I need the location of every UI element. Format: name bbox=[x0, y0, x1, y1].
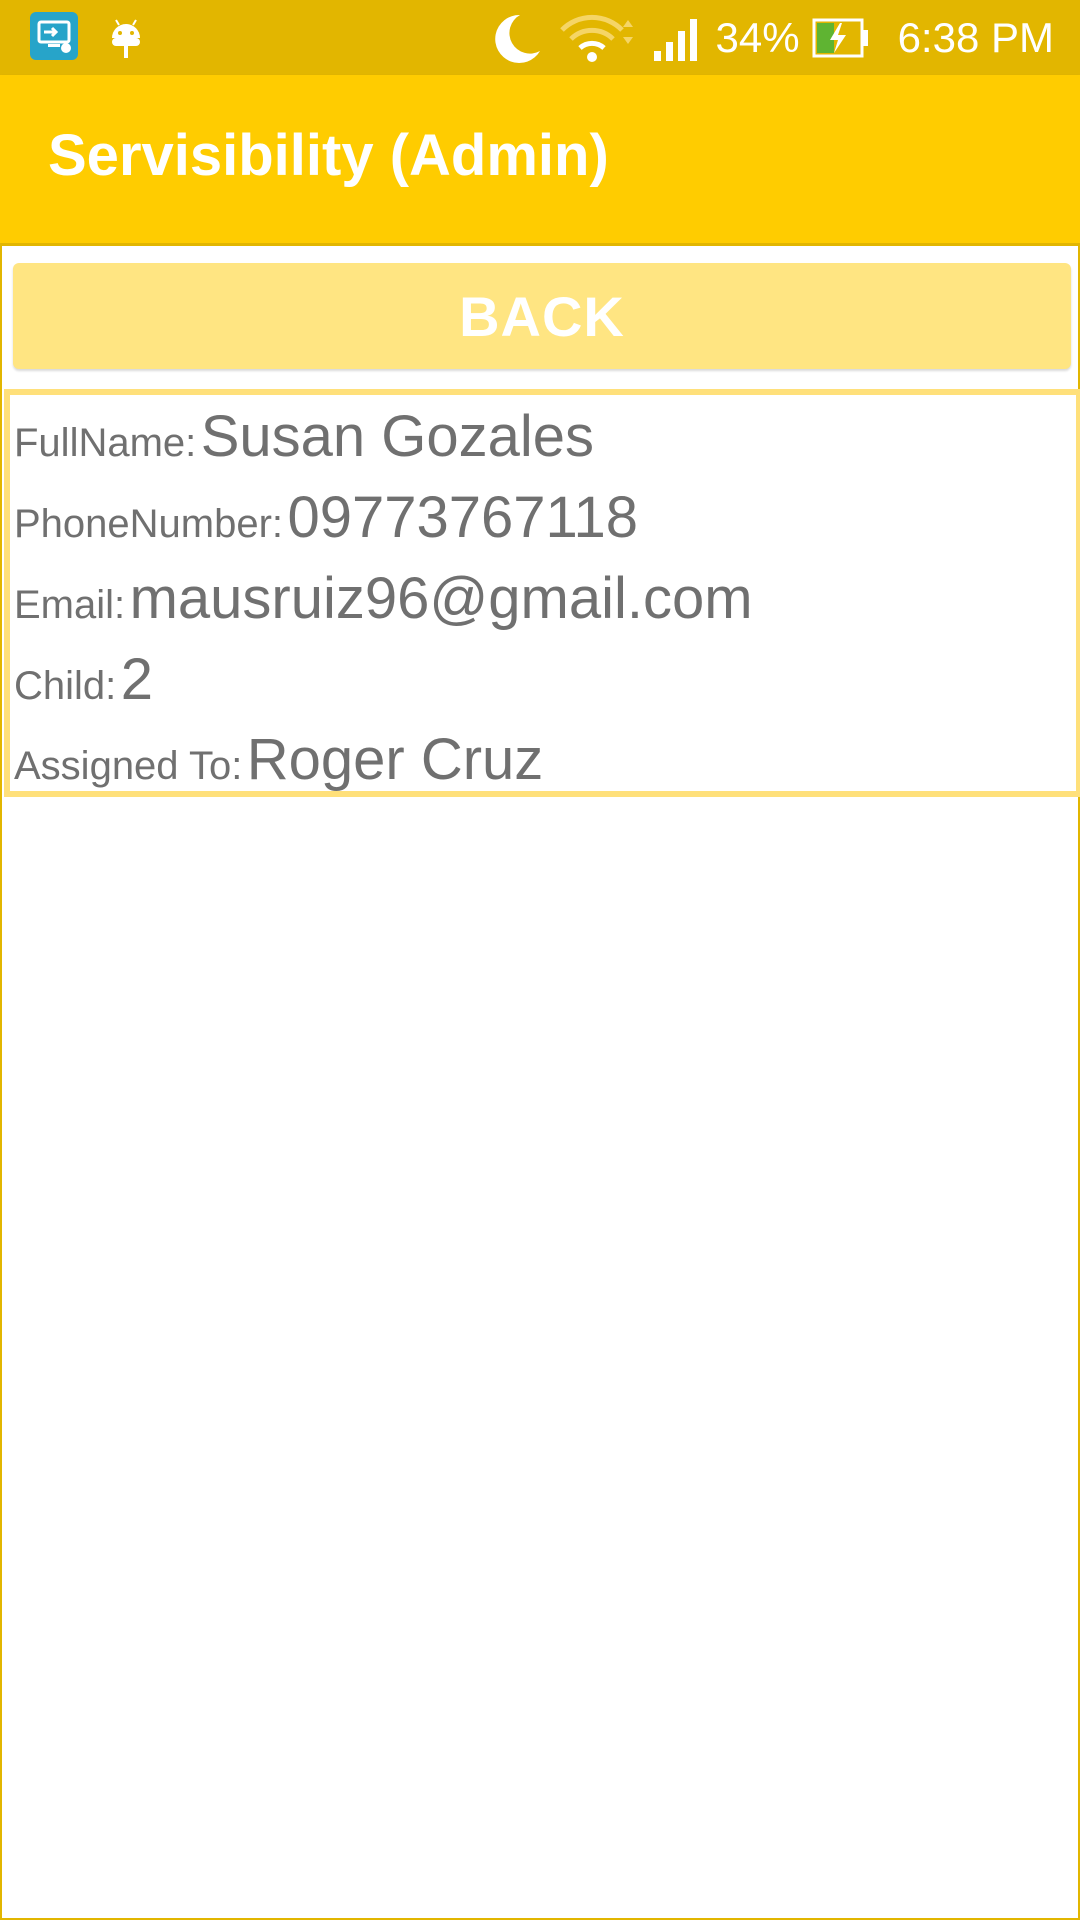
phone-number-label: PhoneNumber: bbox=[14, 502, 284, 546]
clock: 6:38 PM bbox=[897, 13, 1054, 61]
email-label: Email: bbox=[14, 583, 126, 627]
cellular-signal-icon bbox=[653, 18, 697, 61]
battery-charging-icon bbox=[812, 18, 868, 57]
details-card: FullName: Susan Gozales PhoneNumber: 097… bbox=[4, 389, 1080, 797]
status-bar: 34% 6:38 PM bbox=[0, 0, 1080, 75]
do-not-disturb-moon-icon bbox=[494, 14, 540, 63]
full-name-label: FullName: bbox=[14, 421, 197, 465]
child-value: 2 bbox=[120, 647, 153, 712]
assigned-to-label: Assigned To: bbox=[14, 744, 243, 788]
detail-row-child: Child: 2 bbox=[14, 646, 153, 713]
app-bar: Servisibility (Admin) bbox=[0, 75, 1080, 243]
detail-row-assigned-to: Assigned To: Roger Cruz bbox=[14, 726, 543, 793]
content-area: BACK FullName: Susan Gozales PhoneNumber… bbox=[0, 243, 1080, 1920]
battery-percent: 34% bbox=[715, 13, 800, 61]
email-value: mausruiz96@gmail.com bbox=[129, 566, 753, 631]
back-button[interactable]: BACK bbox=[13, 263, 1071, 369]
status-icons: 34% 6:38 PM bbox=[490, 0, 1080, 75]
assigned-to-value: Roger Cruz bbox=[246, 727, 544, 792]
detail-row-phone-number: PhoneNumber: 09773767118 bbox=[14, 484, 638, 551]
detail-row-full-name: FullName: Susan Gozales bbox=[14, 403, 594, 470]
detail-row-email: Email: mausruiz96@gmail.com bbox=[14, 565, 753, 632]
page-title: Servisibility (Admin) bbox=[48, 123, 609, 188]
wifi-icon bbox=[559, 14, 633, 62]
back-button-label: BACK bbox=[459, 284, 625, 348]
phone-number-value: 09773767118 bbox=[287, 485, 639, 550]
full-name-value: Susan Gozales bbox=[200, 404, 595, 469]
android-debug-icon bbox=[106, 12, 146, 62]
screen-cast-icon bbox=[30, 12, 78, 60]
child-label: Child: bbox=[14, 664, 117, 708]
